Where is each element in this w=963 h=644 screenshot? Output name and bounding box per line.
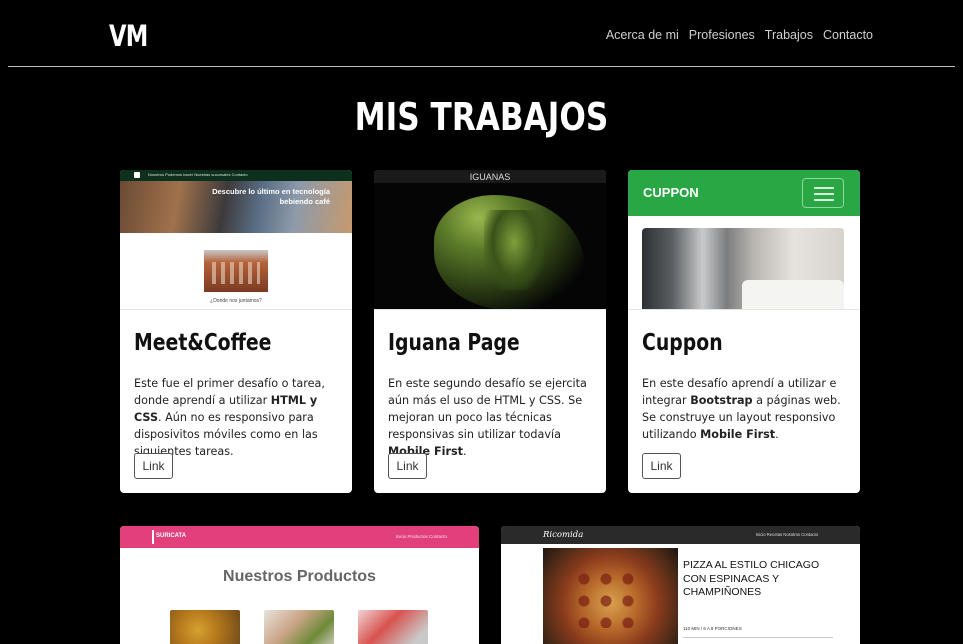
product-photo bbox=[170, 610, 240, 644]
thumb-logo-icon bbox=[134, 172, 140, 178]
card-title: Iguana Page bbox=[388, 330, 520, 356]
divider bbox=[683, 637, 833, 638]
thumb-nav-text: Nosotros Podemos hacer Nuestras sucursal… bbox=[148, 172, 248, 177]
project-card-cuppon: CUPPON Cuppon En este desafío aprendí a … bbox=[628, 170, 860, 493]
suricata-logo-icon bbox=[152, 530, 154, 544]
thumb-headline: PIZZA AL ESTILO CHICAGO CON ESPINACAS Y … bbox=[683, 559, 820, 598]
thumb-hero-text: Descubre lo último en tecnología bebiend… bbox=[212, 187, 330, 206]
nav-link-contacto[interactable]: Contacto bbox=[823, 28, 873, 42]
nav-links: Acerca de mi Profesiones Trabajos Contac… bbox=[606, 28, 873, 42]
project-card-suricata[interactable]: SURICATA Inicio Productos Contacto Nuest… bbox=[120, 526, 479, 644]
project-card-meet-coffee: Nosotros Podemos hacer Nuestras sucursal… bbox=[120, 170, 352, 493]
thumb-nav-text: Inicio Productos Contacto bbox=[395, 534, 447, 539]
card-link-button[interactable]: Link bbox=[134, 453, 173, 479]
thumb-heading: Nuestros Productos bbox=[223, 568, 376, 585]
thumb-bedroom-photo bbox=[642, 228, 844, 309]
project-thumbnail[interactable]: CUPPON bbox=[628, 170, 860, 310]
project-card-iguana-page: IGUANAS Iguana Page En este segundo desa… bbox=[374, 170, 606, 493]
thumb-subtext: 110 MIN / 6 A 8 PORCIONES bbox=[683, 626, 742, 631]
thumb-navbar: SURICATA Inicio Productos Contacto bbox=[120, 526, 479, 548]
project-thumbnail[interactable]: IGUANAS bbox=[374, 170, 606, 310]
card-link-button[interactable]: Link bbox=[388, 453, 427, 479]
thumb-brand: SURICATA bbox=[156, 533, 187, 539]
browser-viewport: VM Acerca de mi Profesiones Trabajos Con… bbox=[8, 7, 955, 644]
thumb-nav-text: Inicio Recetas Nosotros Contacto bbox=[755, 532, 818, 537]
card-link-button[interactable]: Link bbox=[642, 453, 681, 479]
card-description: Este fue el primer desafío o tarea, dond… bbox=[134, 377, 325, 458]
top-navbar: VM Acerca de mi Profesiones Trabajos Con… bbox=[8, 7, 955, 67]
nav-link-profesiones[interactable]: Profesiones bbox=[689, 28, 755, 42]
thumb-navbar: Ricomida Inicio Recetas Nosotros Contact… bbox=[501, 526, 860, 544]
thumb-label: IGUANAS bbox=[469, 172, 511, 182]
nav-link-acerca[interactable]: Acerca de mi bbox=[606, 28, 679, 42]
thumb-brand: CUPPON bbox=[643, 185, 699, 200]
project-card-ricomida[interactable]: Ricomida Inicio Recetas Nosotros Contact… bbox=[501, 526, 860, 644]
project-thumbnail[interactable]: Nosotros Podemos hacer Nuestras sucursal… bbox=[120, 170, 352, 310]
brand-logo[interactable]: VM bbox=[109, 19, 148, 53]
hamburger-menu-icon bbox=[802, 178, 844, 208]
card-description: En este desafío aprendí a utilizar e int… bbox=[642, 377, 841, 441]
thumb-iguana-highlight bbox=[484, 210, 544, 290]
product-photo bbox=[358, 610, 428, 644]
thumb-hero-image: Descubre lo último en tecnología bebiend… bbox=[120, 181, 352, 233]
thumb-brand: Ricomida bbox=[543, 530, 584, 540]
pizza-photo bbox=[543, 548, 678, 644]
thumb-navbar: CUPPON bbox=[628, 170, 860, 216]
card-description: En este segundo desafío se ejercita aún … bbox=[388, 377, 587, 458]
thumb-bed bbox=[742, 280, 844, 309]
thumb-caption: ¿Donde nos juntamos? bbox=[210, 298, 262, 304]
product-photo bbox=[264, 610, 334, 644]
nav-link-trabajos[interactable]: Trabajos bbox=[765, 28, 813, 42]
card-title: Meet&Coffee bbox=[134, 330, 272, 356]
thumb-navbar: Nosotros Podemos hacer Nuestras sucursal… bbox=[120, 170, 352, 181]
section-title: MIS TRABAJOS bbox=[354, 95, 609, 139]
thumb-building-photo bbox=[204, 250, 268, 292]
card-title: Cuppon bbox=[642, 330, 723, 356]
